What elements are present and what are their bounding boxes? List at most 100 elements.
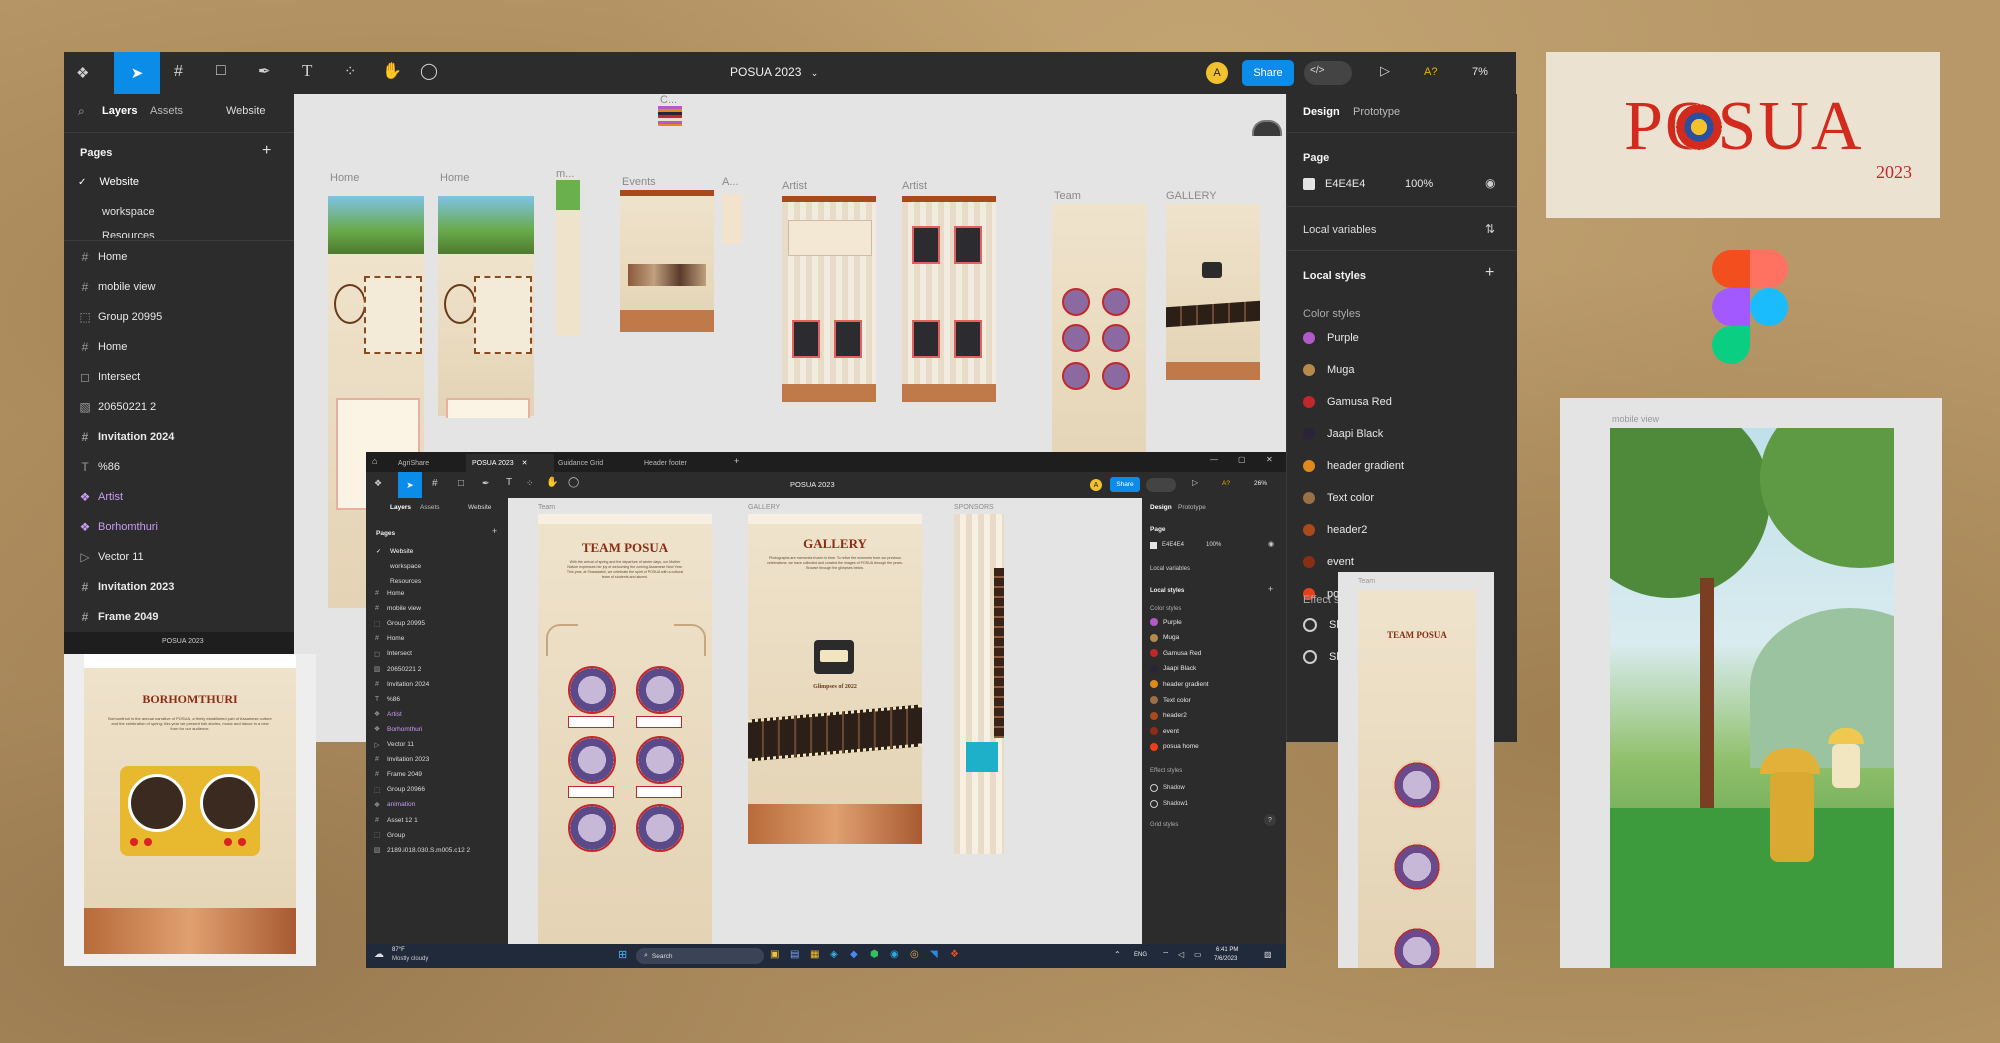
new-tab-icon[interactable]: + <box>734 456 739 466</box>
start-icon[interactable]: ⊞ <box>618 948 627 961</box>
page-list-item[interactable]: Resources <box>390 578 421 583</box>
close-window-icon[interactable]: ✕ <box>1266 455 1273 464</box>
file-tab[interactable]: Header footer <box>638 454 724 472</box>
home-frame[interactable] <box>438 196 534 418</box>
shape-tool-icon[interactable]: □ <box>458 478 464 489</box>
taskbar-app-icon[interactable]: ◉ <box>890 949 899 960</box>
layer-row[interactable]: # Invitation 2024 <box>64 422 294 452</box>
battery-icon[interactable]: ▭ <box>1194 950 1202 959</box>
present-icon[interactable]: ▷ <box>1192 478 1198 487</box>
share-button[interactable]: Share <box>1110 477 1140 492</box>
layer-row[interactable]: # Invitation 2024 <box>372 677 504 692</box>
layer-row[interactable]: ▷ Vector 11 <box>64 542 294 572</box>
minimize-icon[interactable]: — <box>1210 455 1218 464</box>
layer-row[interactable]: ◻ Intersect <box>64 362 294 392</box>
disc-asset[interactable] <box>1252 120 1282 136</box>
layer-row[interactable]: # Home <box>64 242 294 272</box>
layer-row[interactable]: ❖ Borhomthuri <box>372 722 504 737</box>
taskbar-app-icon[interactable]: ◈ <box>830 949 838 960</box>
maximize-icon[interactable]: ▢ <box>1238 455 1246 464</box>
layer-row[interactable]: # Invitation 2023 <box>64 572 294 602</box>
add-page-icon[interactable]: + <box>492 526 497 536</box>
comment-tool-icon[interactable]: ◯ <box>420 61 438 81</box>
color-style-row[interactable]: Purple <box>1150 618 1182 626</box>
weather-icon[interactable]: ☁ <box>374 949 384 960</box>
color-style-row[interactable]: Text color <box>1150 696 1191 704</box>
taskbar-app-icon[interactable]: ▣ <box>770 949 779 960</box>
move-tool-button[interactable]: ➤ <box>114 52 160 94</box>
tab-prototype[interactable]: Prototype <box>1178 504 1206 511</box>
hand-tool-icon[interactable]: ✋ <box>382 61 402 81</box>
local-variables-label[interactable]: Local variables <box>1150 566 1190 572</box>
page-selector[interactable]: Website <box>468 504 491 511</box>
artist-frame[interactable] <box>782 196 876 402</box>
tab-assets[interactable]: Assets <box>420 504 440 511</box>
page-opacity-value[interactable]: 100% <box>1405 178 1433 190</box>
page-list-item[interactable]: Resources <box>102 230 155 238</box>
taskbar-app-icon[interactable]: ◆ <box>850 949 858 960</box>
add-style-icon[interactable]: + <box>1485 264 1494 282</box>
taskbar-app-icon[interactable]: ❖ <box>950 949 959 960</box>
effect-style-row[interactable]: Sh <box>1303 618 1342 632</box>
wifi-icon[interactable]: ⌔ <box>1162 950 1170 960</box>
mobile-illustration[interactable] <box>1610 428 1894 968</box>
team-member-medallion[interactable] <box>568 666 616 728</box>
effect-style-row[interactable]: Sh <box>1303 650 1342 664</box>
layer-row[interactable]: # Home <box>64 332 294 362</box>
layer-row[interactable]: # Invitation 2023 <box>372 752 504 767</box>
tab-layers[interactable]: Layers <box>390 504 411 511</box>
page-color-swatch[interactable] <box>1150 542 1157 549</box>
layer-row[interactable]: ⬚ Group 20966 <box>372 782 504 797</box>
move-tool-button[interactable]: ➤ <box>398 472 422 498</box>
taskbar-search[interactable]: ⌕ Search <box>636 948 764 964</box>
page-color-value[interactable]: E4E4E4 <box>1325 178 1365 190</box>
layer-row[interactable]: ⬚ Group 20995 <box>64 302 294 332</box>
taskbar-app-icon[interactable]: ◎ <box>910 949 919 960</box>
effect-style-row[interactable]: Shadow1 <box>1150 800 1188 808</box>
color-style-row[interactable]: header2 <box>1150 711 1187 720</box>
events-frame[interactable] <box>620 190 714 332</box>
pen-tool-icon[interactable]: ✒ <box>482 478 490 489</box>
home-icon[interactable]: ⌂ <box>372 456 377 466</box>
volume-icon[interactable]: ◁ <box>1178 950 1184 959</box>
tab-prototype[interactable]: Prototype <box>1353 106 1400 118</box>
text-tool-icon[interactable]: T <box>302 61 312 81</box>
variables-settings-icon[interactable]: ⇅ <box>1485 222 1495 236</box>
a-frame[interactable] <box>722 194 742 244</box>
color-style-row[interactable]: Jaapi Black <box>1303 428 1383 440</box>
text-tool-icon[interactable]: T <box>506 477 512 488</box>
tab-layers[interactable]: Layers <box>102 105 137 117</box>
layer-row[interactable]: ❖ animation <box>372 797 504 812</box>
comment-tool-icon[interactable]: ◯ <box>568 477 579 488</box>
color-style-row[interactable]: Gamusa Red <box>1303 396 1392 408</box>
layer-row[interactable]: ❖ Borhomthuri <box>64 512 294 542</box>
language-indicator[interactable]: ENG <box>1134 952 1147 958</box>
mobile-frame[interactable] <box>556 180 580 336</box>
effect-style-row[interactable]: Shadow <box>1150 784 1185 792</box>
clock-time[interactable]: 6:41 PM <box>1216 947 1238 953</box>
sponsors-frame[interactable] <box>954 514 1004 854</box>
local-variables-label[interactable]: Local variables <box>1303 224 1376 236</box>
user-short[interactable]: A? <box>1424 66 1437 78</box>
color-style-row[interactable]: event <box>1150 727 1179 736</box>
tab-assets[interactable]: Assets <box>150 105 183 117</box>
layer-row[interactable]: ❖ Artist <box>372 707 504 722</box>
hand-tool-icon[interactable]: ✋ <box>546 477 558 488</box>
layer-row[interactable]: ▷ Vector 11 <box>372 737 504 752</box>
page-list-item[interactable]: Website <box>390 548 413 555</box>
layer-row[interactable]: ⬚ Group <box>372 828 504 843</box>
taskbar-app-icon[interactable]: ▤ <box>790 949 799 960</box>
user-short[interactable]: A? <box>1222 480 1230 487</box>
page-list-item[interactable]: workspace <box>102 206 155 218</box>
artist-frame[interactable] <box>902 196 996 402</box>
color-style-row[interactable]: Text color <box>1303 492 1374 504</box>
zoom-level[interactable]: 26% <box>1254 480 1267 487</box>
color-style-row[interactable]: Muga <box>1303 364 1355 376</box>
chevron-up-icon[interactable]: ⌃ <box>1114 950 1121 959</box>
layer-row[interactable]: # mobile view <box>64 272 294 302</box>
tab-design[interactable]: Design <box>1303 106 1340 118</box>
layer-row[interactable]: # Home <box>372 631 504 646</box>
dev-mode-toggle[interactable] <box>1146 478 1176 492</box>
gallery-frame[interactable]: GALLERY Photographs are memories frozen … <box>748 514 922 844</box>
present-icon[interactable]: ▷ <box>1380 63 1390 79</box>
